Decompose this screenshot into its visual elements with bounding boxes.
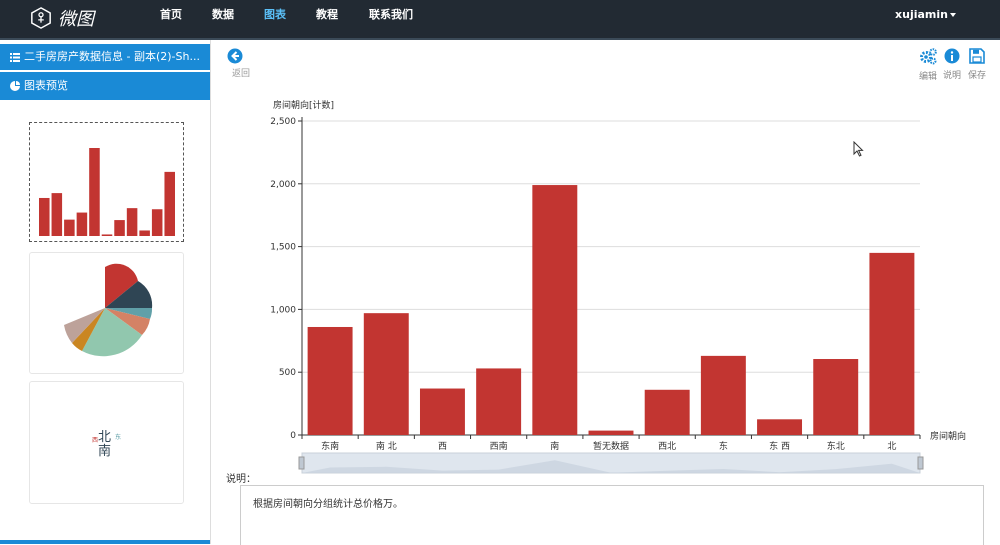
mouse-cursor-icon bbox=[853, 141, 864, 157]
username: xujiamin bbox=[895, 8, 948, 21]
caret-down-icon bbox=[950, 13, 956, 17]
back-button[interactable]: 返回 bbox=[226, 48, 250, 79]
edit-label: 编辑 bbox=[918, 72, 937, 82]
info-button[interactable]: 说明 bbox=[940, 48, 964, 81]
thumbnail-bar bbox=[64, 219, 75, 236]
y-tick-label: 0 bbox=[290, 431, 296, 441]
nav-home[interactable]: 首页 bbox=[160, 0, 182, 38]
x-tick-label: 暂无数据 bbox=[593, 440, 629, 452]
arrow-left-circle-icon bbox=[227, 48, 243, 64]
save-label: 保存 bbox=[967, 71, 986, 81]
y-tick-label: 2,500 bbox=[270, 117, 296, 127]
gears-icon bbox=[920, 48, 937, 65]
bar bbox=[700, 355, 746, 435]
edit-button[interactable]: 编辑 bbox=[916, 48, 940, 82]
save-button[interactable]: 保存 bbox=[965, 48, 989, 81]
thumbnail-bar bbox=[151, 209, 163, 236]
x-tick-label: 东北 bbox=[827, 440, 845, 452]
bar-chart-svg: 05001,0001,5002,0002,500房间朝向[计数]房间朝向东南南 … bbox=[270, 99, 966, 474]
thumbnail-bar bbox=[39, 197, 50, 236]
y-tick-label: 1,500 bbox=[270, 243, 296, 253]
info-icon bbox=[944, 48, 960, 64]
description-text: 根据房间朝向分组统计总价格万。 bbox=[253, 499, 403, 510]
description-box[interactable]: 根据房间朝向分组统计总价格万。 bbox=[240, 485, 984, 545]
back-label: 返回 bbox=[231, 69, 250, 79]
bar bbox=[644, 389, 690, 435]
thumbnail-bar-chart[interactable] bbox=[29, 122, 184, 242]
bar bbox=[532, 185, 578, 435]
top-navbar: 微图 首页 数据 图表 教程 联系我们 xujiamin bbox=[0, 0, 1000, 38]
wordcloud-word: 南 bbox=[98, 444, 112, 459]
logo[interactable]: 微图 bbox=[30, 3, 94, 33]
bar bbox=[419, 388, 465, 435]
bar bbox=[363, 313, 409, 435]
thumbnail-bar bbox=[89, 148, 100, 236]
sidebar-bottom-bar bbox=[0, 540, 210, 544]
dataset-header[interactable]: 二手房房产数据信息 - 副本(2)-Sh... bbox=[0, 44, 210, 70]
x-tick-label: 南 bbox=[550, 440, 559, 452]
list-icon bbox=[10, 53, 20, 62]
thumbnail-bar bbox=[126, 208, 138, 236]
thumbnail-pie-chart[interactable] bbox=[29, 252, 184, 374]
bar bbox=[588, 430, 634, 435]
thumbnail-bar-graphic bbox=[39, 148, 175, 236]
x-tick-label: 东南 bbox=[321, 440, 339, 452]
y-tick-label: 1,000 bbox=[270, 305, 296, 315]
data-zoom-handle-right bbox=[917, 456, 924, 470]
dataset-title: 二手房房产数据信息 - 副本(2)-Sh... bbox=[24, 50, 200, 63]
y-axis-title: 房间朝向[计数] bbox=[273, 99, 334, 111]
floppy-disk-icon bbox=[969, 48, 985, 64]
nav-charts[interactable]: 图表 bbox=[264, 0, 286, 38]
x-tick-label: 东 西 bbox=[769, 440, 790, 452]
thumbnail-bar bbox=[164, 171, 175, 236]
thumbnail-bar bbox=[114, 220, 125, 236]
thumbnail-bar bbox=[51, 193, 63, 236]
info-label: 说明 bbox=[942, 71, 961, 81]
thumbnail-bar bbox=[139, 230, 150, 236]
logo-text: 微图 bbox=[58, 9, 94, 30]
pie-chart-icon bbox=[10, 81, 20, 91]
y-tick-label: 500 bbox=[279, 368, 296, 378]
wordcloud-word: 东 bbox=[115, 434, 122, 441]
chart-preview-header: 图表预览 bbox=[0, 72, 210, 100]
x-tick-label: 西南 bbox=[490, 440, 508, 452]
bar bbox=[307, 326, 353, 435]
bar bbox=[869, 252, 915, 435]
x-tick-label: 西北 bbox=[658, 441, 676, 452]
thumbnail-pie-graphic bbox=[64, 263, 153, 357]
thumbnail-bar bbox=[76, 212, 88, 236]
bar bbox=[757, 419, 803, 435]
thumbnail-bar bbox=[101, 234, 113, 236]
bar bbox=[813, 359, 859, 435]
thumbnail-word-cloud[interactable]: 北 南 东 西 bbox=[29, 381, 184, 504]
x-tick-label: 西 bbox=[438, 441, 447, 452]
logo-icon bbox=[31, 7, 51, 29]
nav-contact[interactable]: 联系我们 bbox=[369, 0, 413, 38]
bar bbox=[476, 368, 522, 435]
wordcloud-word: 西 bbox=[92, 437, 99, 444]
chart-preview-label: 图表预览 bbox=[24, 79, 68, 92]
y-tick-label: 2,000 bbox=[270, 180, 296, 190]
data-zoom-handle-left bbox=[298, 456, 305, 470]
user-menu[interactable]: xujiamin bbox=[895, 0, 956, 38]
x-axis-title: 房间朝向 bbox=[930, 430, 966, 442]
nav-data[interactable]: 数据 bbox=[212, 0, 234, 38]
x-tick-label: 南 北 bbox=[376, 440, 397, 452]
x-tick-label: 东 bbox=[719, 440, 728, 452]
sidebar: 二手房房产数据信息 - 副本(2)-Sh... 图表预览 北 南 东 西 bbox=[0, 40, 211, 544]
description-title: 说明： bbox=[226, 474, 256, 485]
x-tick-label: 北 bbox=[887, 441, 896, 452]
nav-tutorial[interactable]: 教程 bbox=[316, 0, 338, 38]
main-chart: 0 500 1,000 1,500 2,000 2,500 房间朝向[计数] 房间朝向 东南南 … bbox=[230, 96, 990, 476]
